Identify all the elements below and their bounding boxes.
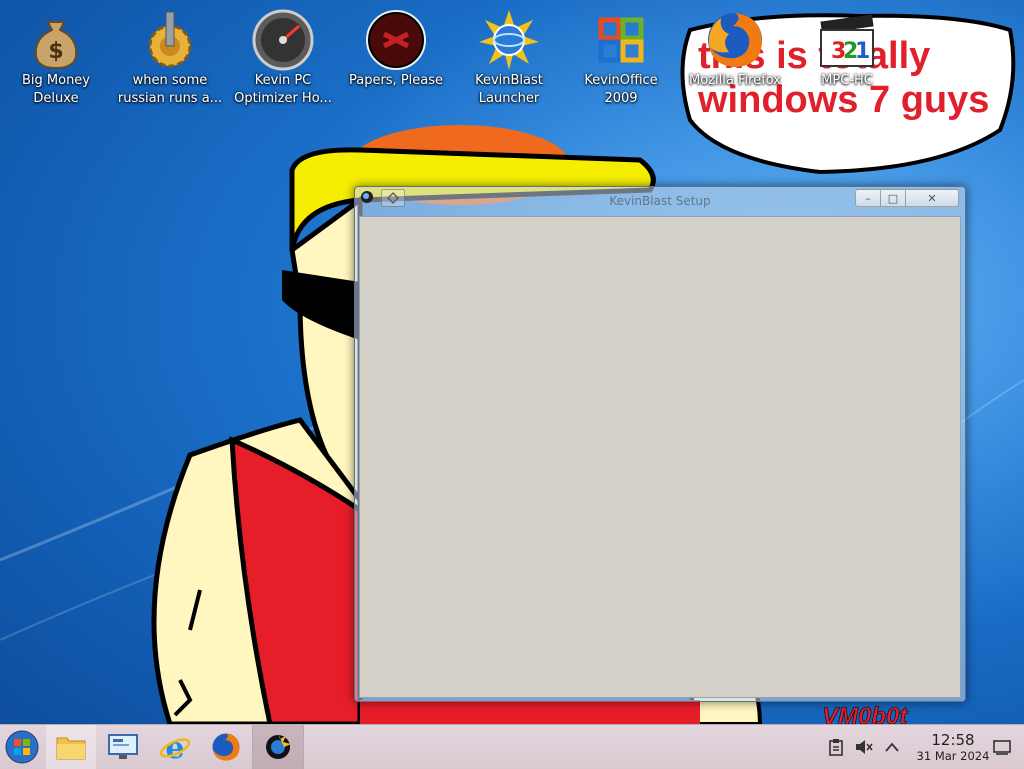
desktop-icon-kevin-pc-optimizer[interactable]: Kevin PC Optimizer Ho... [229, 8, 337, 108]
maximize-button[interactable]: □ [880, 189, 906, 207]
window-client-area [359, 216, 961, 698]
window-titlebar[interactable]: KevinBlast Setup – □ ✕ [355, 187, 965, 217]
svg-text:1: 1 [855, 39, 870, 64]
taskbar-remote-desktop[interactable] [98, 725, 148, 769]
desktop-icon-mozilla-firefox[interactable]: Mozilla Firefox [681, 8, 789, 90]
desktop-icon-papers-please[interactable]: Papers, Please [342, 8, 450, 90]
minimize-button[interactable]: – [855, 189, 881, 207]
taskbar-internet-explorer[interactable]: e [150, 725, 200, 769]
file-explorer-icon [56, 737, 86, 760]
papers-please-icon [364, 8, 428, 72]
volume-muted-icon[interactable] [854, 737, 874, 757]
taskbar: e 12:58 31 Mar 2024 [0, 724, 1024, 769]
taskbar-file-explorer[interactable] [46, 725, 96, 769]
setup-window[interactable]: KevinBlast Setup – □ ✕ [354, 186, 966, 702]
desktop-icon-russian[interactable]: when some russian runs a... [116, 8, 224, 108]
clock-date[interactable]: 31 Mar 2024 [912, 749, 994, 763]
desktop-icon-label: Kevin PC Optimizer Ho... [234, 73, 332, 106]
internet-explorer-icon: e [159, 731, 191, 763]
show-hidden-icons-chevron-up-icon[interactable] [882, 737, 902, 757]
desktop-icon-label: KevinOffice 2009 [584, 73, 658, 106]
close-button[interactable]: ✕ [905, 189, 959, 207]
desktop-icon-label: when some russian runs a... [117, 73, 223, 106]
taskbar-firefox[interactable] [201, 725, 251, 769]
taskbar-kevinblast[interactable] [252, 725, 304, 769]
start-button[interactable] [0, 725, 44, 769]
firefox-icon [703, 8, 767, 72]
desktop-icon-label: MPC-HC [821, 73, 873, 88]
speedometer-icon [251, 8, 315, 72]
show-desktop-icon[interactable] [992, 737, 1012, 757]
sun-globe-icon [477, 8, 541, 72]
desktop-icon-label: Big Money Deluxe [21, 73, 90, 106]
svg-text:e: e [165, 731, 184, 763]
signature: VM0b0t [822, 703, 908, 724]
office-icon [589, 8, 653, 72]
desktop-icon-kevinblast-launcher[interactable]: KevinBlast Launcher [455, 8, 563, 108]
svg-text:$: $ [48, 39, 63, 64]
kevinblast-icon [266, 733, 291, 759]
money-bag-icon: $ [24, 8, 88, 72]
desktop[interactable]: this is totally windows 7 guys VM0b0t $ … [0, 0, 1024, 724]
desktop-icon-label: KevinBlast Launcher [475, 73, 543, 106]
mpc-hc-icon: 321 [815, 8, 879, 72]
desktop-icon-big-money-deluxe[interactable]: $ Big Money Deluxe [2, 8, 110, 108]
clipboard-icon[interactable] [826, 737, 846, 757]
start-orb-icon [5, 730, 39, 764]
desktop-icon-label: Mozilla Firefox [689, 73, 781, 88]
clock-time[interactable]: 12:58 [920, 731, 986, 749]
remote-desktop-icon [108, 734, 138, 759]
gear-icon [138, 8, 202, 72]
system-tray: 12:58 31 Mar 2024 [794, 725, 1024, 769]
desktop-icon-kevinoffice-2009[interactable]: KevinOffice 2009 [567, 8, 675, 108]
desktop-icon-mpc-hc[interactable]: 321 MPC-HC [793, 8, 901, 90]
desktop-icon-label: Papers, Please [348, 73, 444, 88]
firefox-icon [212, 733, 240, 761]
